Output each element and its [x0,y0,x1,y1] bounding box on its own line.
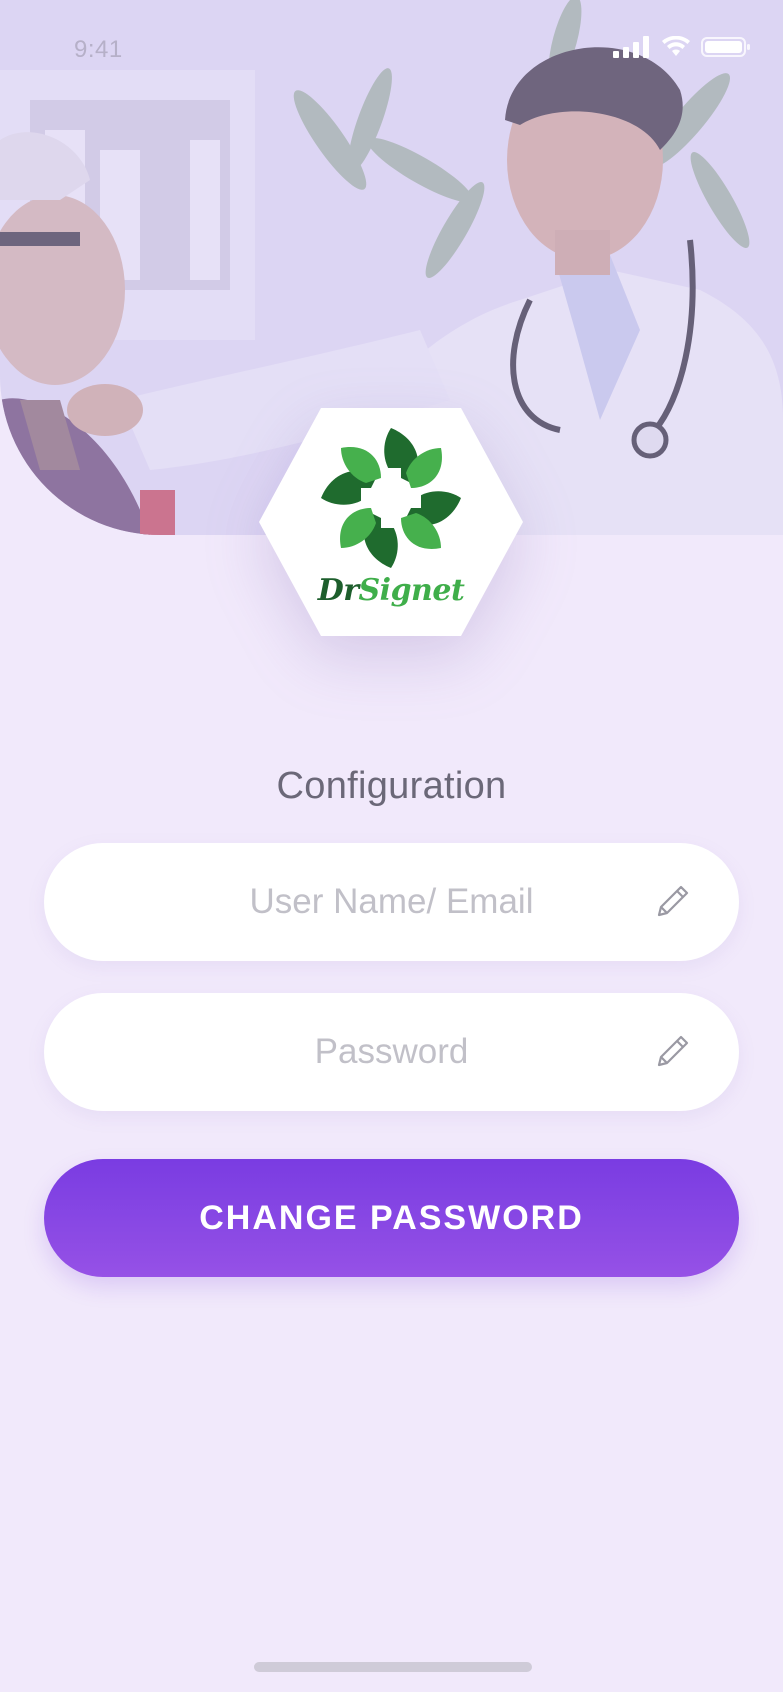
brand-part-signet: Signet [358,573,465,608]
signal-icon [613,36,649,58]
battery-icon [701,37,750,57]
home-indicator[interactable] [254,1662,532,1672]
change-password-button[interactable]: CHANGE PASSWORD [44,1159,739,1277]
brand-part-dr: Dr [317,573,359,608]
status-time: 9:41 [74,36,123,63]
wifi-icon [662,36,690,56]
username-input[interactable] [144,843,639,961]
password-input[interactable] [144,993,639,1111]
pencil-icon[interactable] [651,881,693,923]
brand-name: DrSignet [257,573,525,608]
status-icons [613,36,751,58]
pencil-icon[interactable] [651,1031,693,1073]
password-field[interactable] [44,993,739,1111]
leaf-cross-logo [321,428,461,568]
username-field[interactable] [44,843,739,961]
change-password-screen: 9:41 DrSignet Configuration User Name/ E… [0,0,783,1692]
page-title: Configuration [276,765,507,807]
